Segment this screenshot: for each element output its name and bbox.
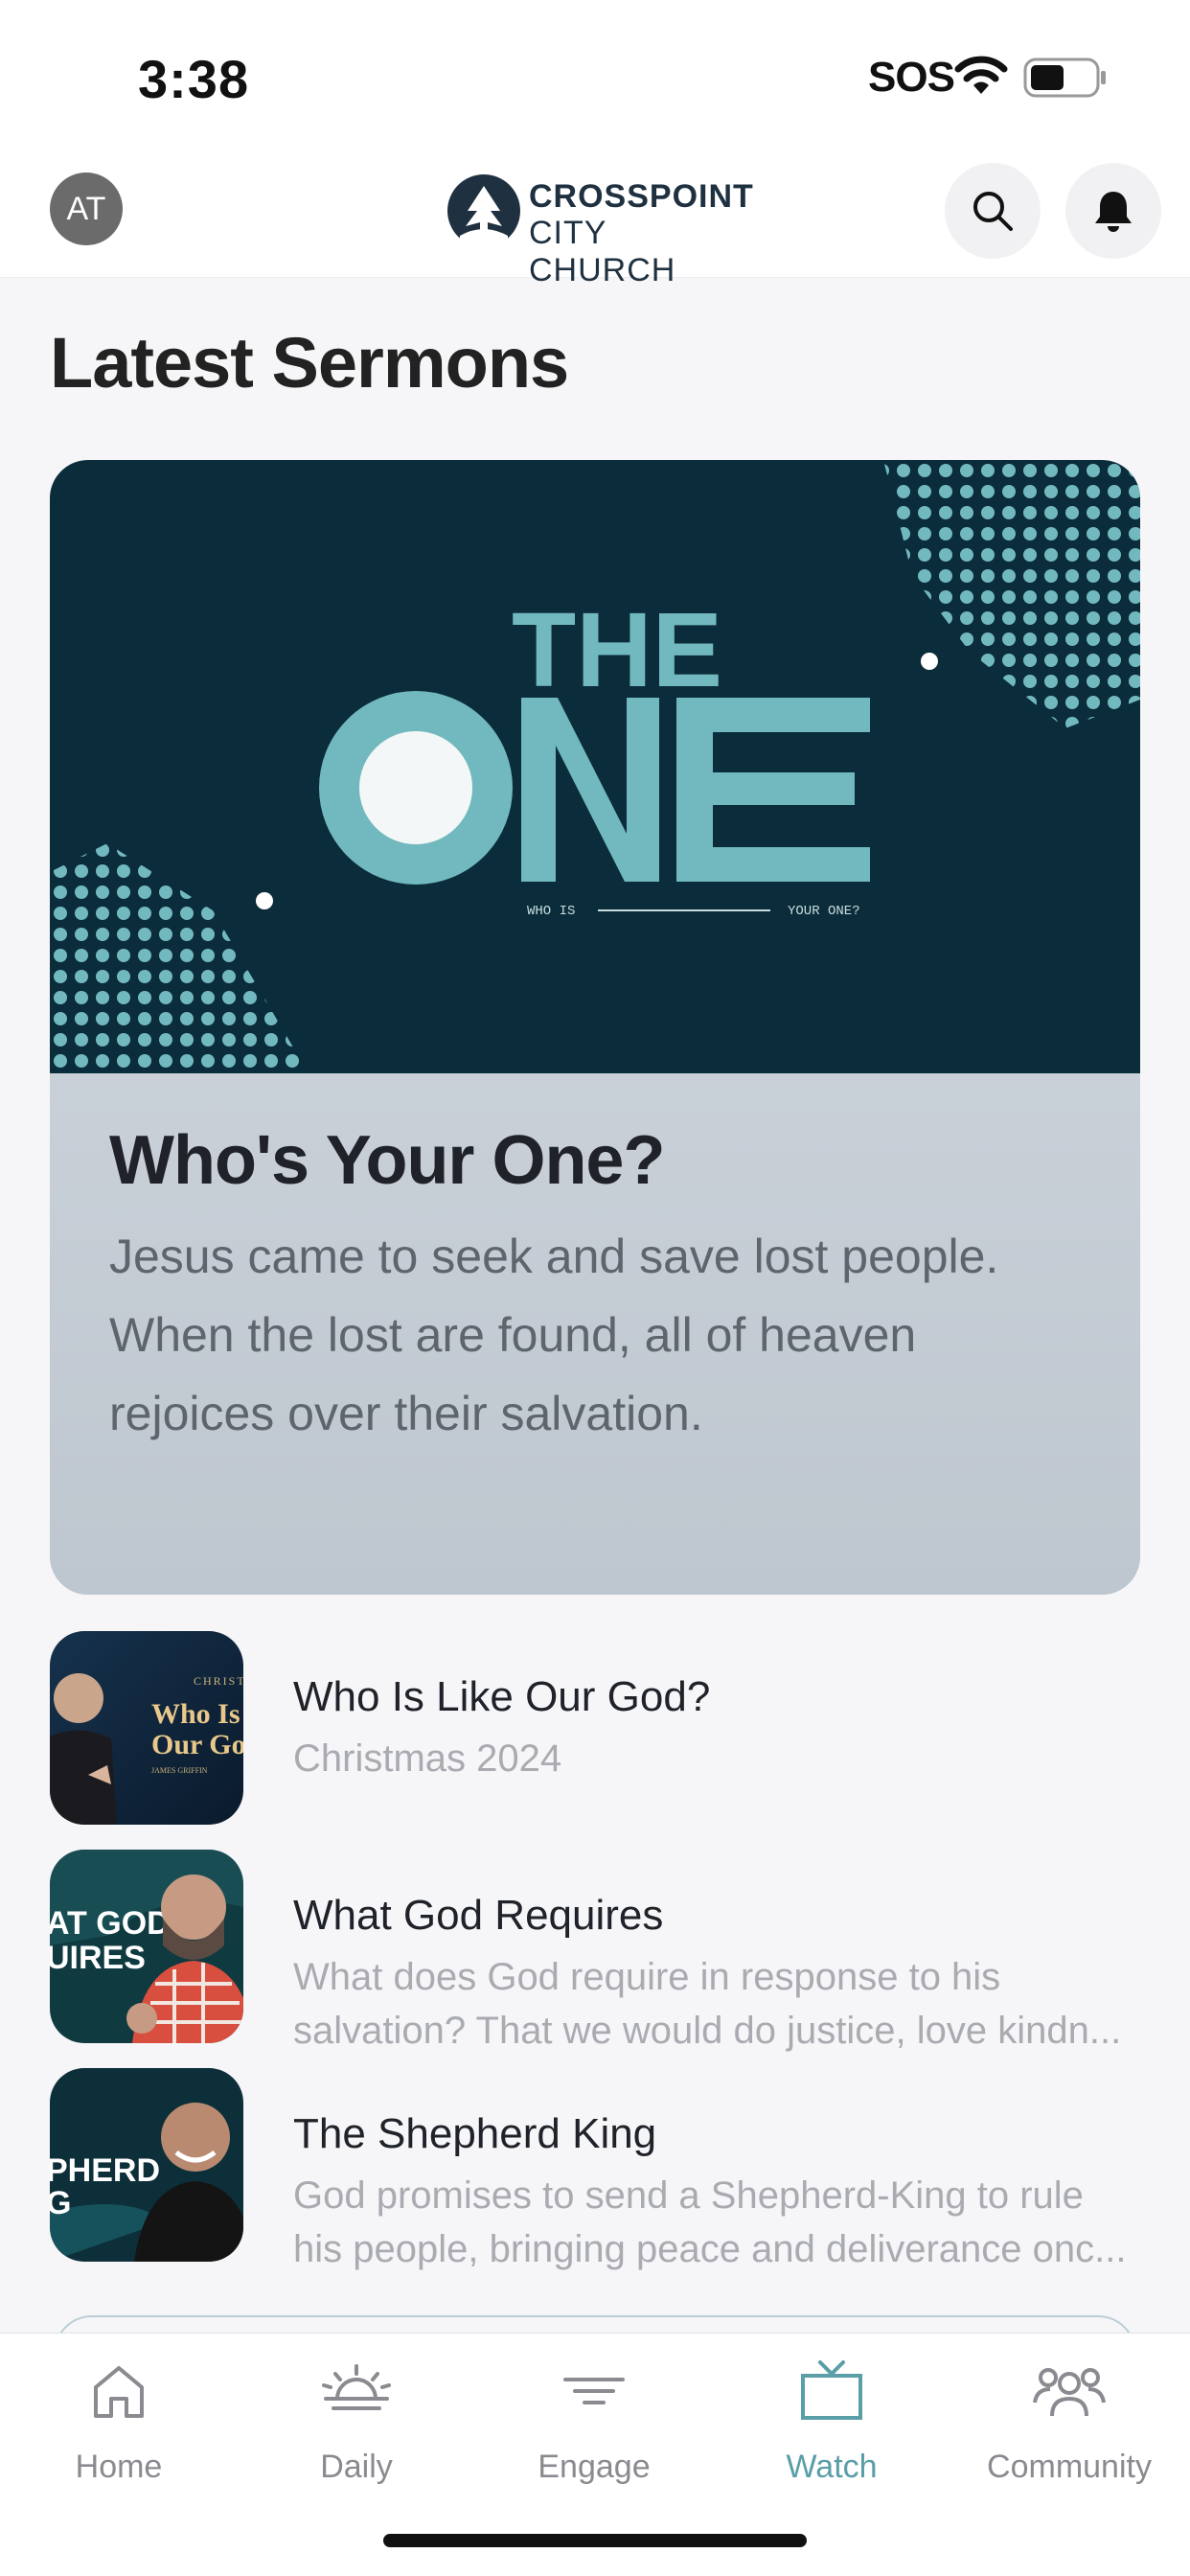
sermon-list-item[interactable]: PHERD G The Shepherd King God promises t… [50,2068,1140,2270]
tab-home-label: Home [75,2449,163,2485]
artwork-caption-left: WHO IS [527,904,575,919]
battery-icon [1023,58,1106,98]
tab-daily[interactable]: Daily [238,2353,475,2496]
sermon-thumbnail: CHRISTM Who Is Our Go JAMES GRIFFIN [50,1631,243,1825]
status-carrier: SOS [868,54,955,101]
bell-icon [1095,192,1132,232]
status-bar: 3:38 SOS [0,0,1190,153]
people-icon [1033,2368,1106,2417]
notifications-button[interactable] [1065,163,1161,259]
app-header: AT CROSSPOINT CITY CHURCH [0,153,1190,288]
sermon-subtitle-line2: his people, bringing peace and deliveran… [293,2228,1127,2270]
sermon-subtitle-line2: salvation? That we would do justice, lov… [293,2010,1122,2052]
svg-text:Who Is: Who Is [151,1698,240,1730]
sermon-title: The Shepherd King [293,2110,657,2157]
tab-engage[interactable]: Engage [475,2353,713,2496]
sermon-thumbnail: PHERD G [50,2068,243,2262]
artwork-the-text: THE [512,591,722,709]
featured-sermon-title: Who's Your One? [109,1122,665,1199]
tv-icon [801,2360,862,2420]
avatar[interactable]: AT [50,172,123,245]
artwork-graphic: THE WHO IS YOUR ONE? [50,460,1140,1073]
home-indicator [383,2534,807,2547]
sermon-title: What God Requires [293,1892,664,1939]
status-time: 3:38 [138,49,250,109]
tab-watch[interactable]: Watch [713,2353,950,2496]
featured-sermon-description: Jesus came to seek and save lost people.… [109,1230,999,1440]
sermon-subtitle-line1: What does God require in response to his [293,1956,1001,1998]
svg-text:G: G [50,2185,71,2221]
tab-community-label: Community [987,2449,1152,2485]
tab-watch-label: Watch [786,2449,878,2485]
tab-daily-label: Daily [320,2449,393,2485]
sermon-title: Who Is Like Our God? [293,1673,711,1720]
featured-sermon-card[interactable]: THE WHO IS YOUR ONE? Who's Your One? Jes… [50,460,1140,1595]
svg-text:AT GOD: AT GOD [50,1905,171,1942]
section-title: Latest Sermons [50,323,569,402]
sermon-list-item[interactable]: CHRISTM Who Is Our Go JAMES GRIFFIN Who … [50,1631,1140,1827]
sunrise-icon [322,2364,391,2410]
svg-text:CHRISTM: CHRISTM [194,1674,243,1688]
church-logo[interactable]: CROSSPOINT CITY CHURCH [446,172,754,288]
svg-text:Our Go: Our Go [151,1729,243,1760]
svg-text:UIRES: UIRES [50,1940,146,1976]
featured-sermon-artwork: THE WHO IS YOUR ONE? [50,460,1140,1073]
filter-icon [563,2378,625,2404]
tab-home[interactable]: Home [0,2353,238,2496]
sermon-subtitle-line1: God promises to send a Shepherd-King to … [293,2174,1084,2217]
logo-text-line1: CROSSPOINT [529,178,754,215]
sermon-subtitle: Christmas 2024 [293,1737,562,1780]
wifi-icon [954,56,1008,94]
svg-text:PHERD: PHERD [50,2152,160,2189]
tab-engage-label: Engage [538,2449,651,2485]
search-button[interactable] [945,163,1041,259]
logo-text-line2: CITY CHURCH [529,215,676,288]
home-icon [94,2366,144,2418]
search-icon [973,192,1013,231]
svg-text:JAMES GRIFFIN: JAMES GRIFFIN [151,1766,208,1775]
logo-mark-icon [447,174,520,249]
sermon-thumbnail: AT GOD UIRES [50,1850,243,2043]
tab-community[interactable]: Community [950,2353,1188,2496]
featured-sermon-body: Who's Your One? Jesus came to seek and s… [50,1073,1140,1595]
artwork-caption-right: YOUR ONE? [788,904,860,919]
sermon-list-item[interactable]: AT GOD UIRES What God Requires What does… [50,1850,1140,2052]
